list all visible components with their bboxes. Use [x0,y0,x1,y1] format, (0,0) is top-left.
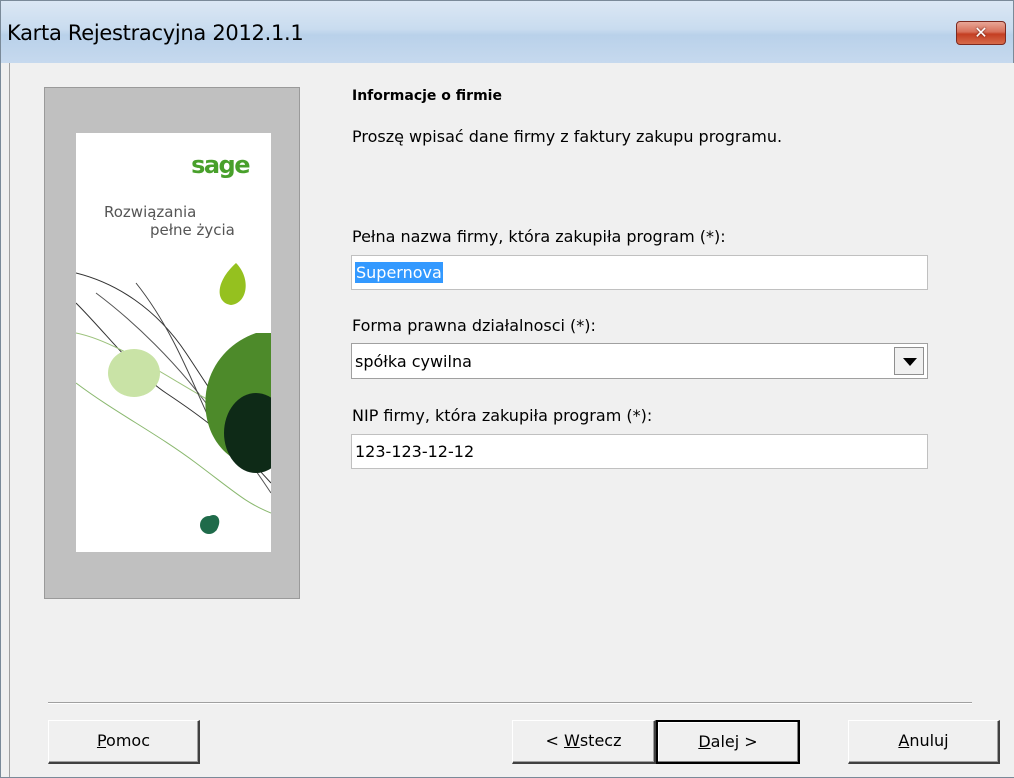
section-heading: Informacje o firmie [352,88,502,104]
nip-input[interactable]: 123-123-12-12 [351,434,928,469]
cancel-label: nuluj [909,731,949,750]
close-icon: ✕ [974,23,988,42]
sage-banner: sage Rozwiązania pełne życia [76,133,271,552]
back-accel: W [564,731,580,750]
next-accel: D [698,732,711,751]
legal-form-label: Forma prawna działalnosci (*): [352,316,596,335]
back-arrow: < [545,731,564,750]
company-name-value: Supernova [355,262,443,283]
dropdown-arrow-icon[interactable] [894,347,924,375]
help-accel: P [96,731,107,750]
window-title: Karta Rejestracyjna 2012.1.1 [7,21,304,45]
back-button[interactable]: < Wstecz [512,720,656,764]
title-bar[interactable]: Karta Rejestracyjna 2012.1.1 ✕ [1,1,1013,63]
legal-form-select[interactable]: spółka cywilna [351,343,928,379]
help-label: omoc [106,731,151,750]
next-button[interactable]: Dalej > [656,720,800,764]
decorative-leaves-art [76,263,271,534]
nip-label: NIP firmy, która zakupiła program (*): [352,406,653,425]
section-subtitle: Proszę wpisać dane firmy z faktury zakup… [352,127,783,146]
button-separator [48,702,972,704]
help-button[interactable]: Pomoc [48,720,200,764]
cancel-accel: A [898,731,910,750]
legal-form-value: spółka cywilna [355,352,472,371]
slogan-line-2: pełne życia [150,221,235,239]
next-label: alej > [710,732,758,751]
slogan-line-1: Rozwiązania [104,203,197,221]
nip-value: 123-123-12-12 [355,442,475,461]
company-name-input[interactable]: Supernova [351,255,928,290]
close-button[interactable]: ✕ [956,21,1006,45]
back-label: stecz [579,731,622,750]
cancel-button[interactable]: Anuluj [848,720,1000,764]
sage-logo: sage [191,151,250,179]
company-name-label: Pełna nazwa firmy, która zakupiła progra… [352,227,726,246]
